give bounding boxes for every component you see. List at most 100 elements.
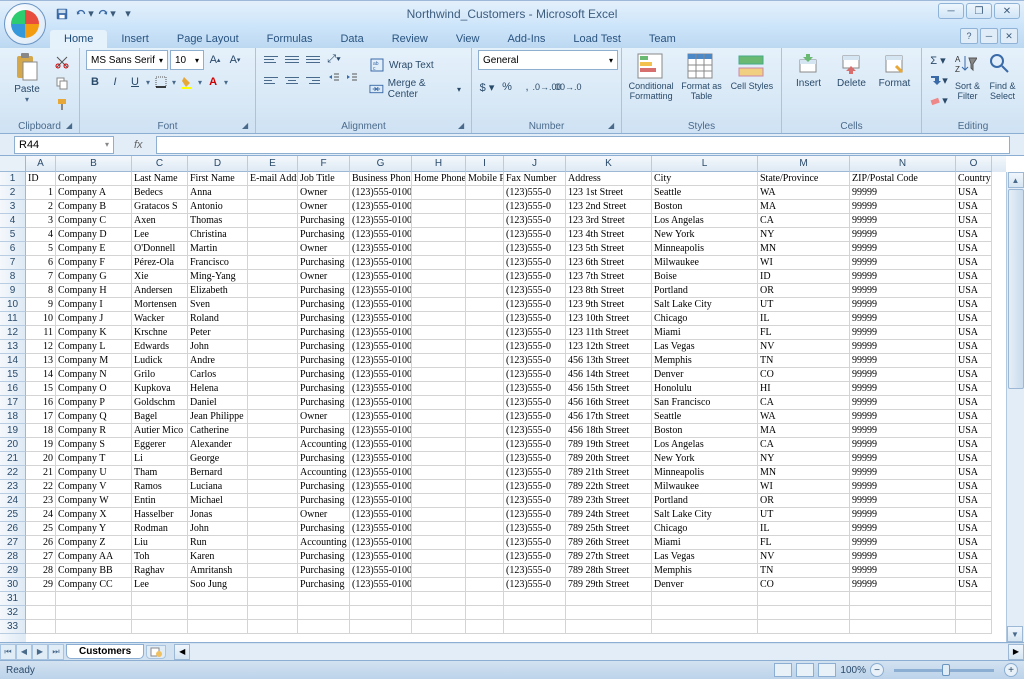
data-cell[interactable]: Portland [652,284,758,298]
data-cell[interactable]: USA [956,522,992,536]
data-cell[interactable]: Los Angelas [652,214,758,228]
data-cell[interactable]: WI [758,256,850,270]
data-cell[interactable]: Ramos [132,480,188,494]
data-cell[interactable]: (123)555-0100 [350,578,412,592]
data-cell[interactable]: Salt Lake City [652,508,758,522]
data-cell[interactable] [412,354,466,368]
data-cell[interactable]: TN [758,564,850,578]
data-cell[interactable] [466,508,504,522]
data-cell[interactable]: CA [758,438,850,452]
header-cell[interactable]: Country [956,172,992,186]
data-cell[interactable]: Company M [56,354,132,368]
data-cell[interactable]: USA [956,368,992,382]
data-cell[interactable]: (123)555-0 [504,508,566,522]
data-cell[interactable] [466,396,504,410]
data-cell[interactable]: USA [956,242,992,256]
data-cell[interactable] [248,466,298,480]
bold-button[interactable]: B [86,73,104,91]
data-cell[interactable]: Purchasing [298,214,350,228]
orientation-button[interactable]: ⤢▾ [325,50,343,68]
fill-button[interactable]: ▾ [928,70,948,90]
col-header-O[interactable]: O [956,156,992,172]
data-cell[interactable]: Company U [56,466,132,480]
data-cell[interactable]: IL [758,522,850,536]
data-cell[interactable]: (123)555-0 [504,480,566,494]
data-cell[interactable]: 3 [26,214,56,228]
scroll-left-button[interactable]: ◀ [174,644,190,660]
data-cell[interactable]: Lee [132,228,188,242]
empty-cell[interactable] [850,606,956,620]
shrink-font-button[interactable]: A▾ [226,51,244,69]
row-header-16[interactable]: 16 [0,382,26,396]
data-cell[interactable]: 99999 [850,466,956,480]
empty-cell[interactable] [566,606,652,620]
align-middle-button[interactable] [283,50,301,68]
row-header-17[interactable]: 17 [0,396,26,410]
data-cell[interactable]: Kupkova [132,382,188,396]
data-cell[interactable]: Miami [652,536,758,550]
data-cell[interactable]: Toh [132,550,188,564]
empty-cell[interactable] [758,620,850,634]
data-cell[interactable]: (123)555-0100 [350,522,412,536]
data-cell[interactable]: TN [758,354,850,368]
tab-view[interactable]: View [442,30,494,48]
tab-page-layout[interactable]: Page Layout [163,30,253,48]
data-cell[interactable]: Owner [298,508,350,522]
data-cell[interactable]: San Francisco [652,396,758,410]
align-top-button[interactable] [262,50,280,68]
number-dialog-launcher[interactable]: ◢ [608,121,618,131]
data-cell[interactable]: (123)555-0 [504,466,566,480]
data-cell[interactable] [248,326,298,340]
data-cell[interactable]: Company AA [56,550,132,564]
data-cell[interactable] [466,550,504,564]
data-cell[interactable]: 20 [26,452,56,466]
data-cell[interactable]: Honolulu [652,382,758,396]
doc-close-button[interactable]: ✕ [1000,28,1018,44]
empty-cell[interactable] [466,606,504,620]
data-cell[interactable] [466,578,504,592]
data-cell[interactable]: HI [758,382,850,396]
data-cell[interactable] [248,452,298,466]
empty-cell[interactable] [26,606,56,620]
data-cell[interactable] [466,452,504,466]
data-cell[interactable]: 17 [26,410,56,424]
data-cell[interactable]: UT [758,508,850,522]
empty-cell[interactable] [758,592,850,606]
empty-cell[interactable] [248,592,298,606]
data-cell[interactable] [412,438,466,452]
empty-cell[interactable] [504,606,566,620]
data-cell[interactable]: John [188,340,248,354]
sort-filter-button[interactable]: AZ Sort & Filter [952,50,983,110]
close-button[interactable]: ✕ [994,3,1020,19]
col-header-L[interactable]: L [652,156,758,172]
data-cell[interactable]: USA [956,284,992,298]
data-cell[interactable]: Tham [132,466,188,480]
header-cell[interactable]: Last Name [132,172,188,186]
data-cell[interactable] [248,382,298,396]
data-cell[interactable]: (123)555-0100 [350,284,412,298]
redo-icon[interactable]: ▾ [96,4,116,24]
data-cell[interactable]: Purchasing [298,578,350,592]
data-cell[interactable] [466,480,504,494]
empty-cell[interactable] [188,592,248,606]
row-header-1[interactable]: 1 [0,172,26,186]
underline-button[interactable]: U [126,73,144,91]
data-cell[interactable] [248,578,298,592]
data-cell[interactable]: Purchasing [298,256,350,270]
data-cell[interactable]: Owner [298,186,350,200]
data-cell[interactable]: (123)555-0100 [350,382,412,396]
data-cell[interactable]: Eggerer [132,438,188,452]
data-cell[interactable]: 1 [26,186,56,200]
data-cell[interactable]: (123)555-0100 [350,438,412,452]
data-cell[interactable]: 789 23th Street [566,494,652,508]
col-header-K[interactable]: K [566,156,652,172]
col-header-C[interactable]: C [132,156,188,172]
align-left-button[interactable] [262,71,280,89]
data-cell[interactable]: Purchasing [298,480,350,494]
header-cell[interactable]: E-mail Address [248,172,298,186]
data-cell[interactable]: USA [956,438,992,452]
data-cell[interactable]: 14 [26,368,56,382]
data-cell[interactable] [248,438,298,452]
undo-icon[interactable]: ▾ [74,4,94,24]
data-cell[interactable]: USA [956,200,992,214]
